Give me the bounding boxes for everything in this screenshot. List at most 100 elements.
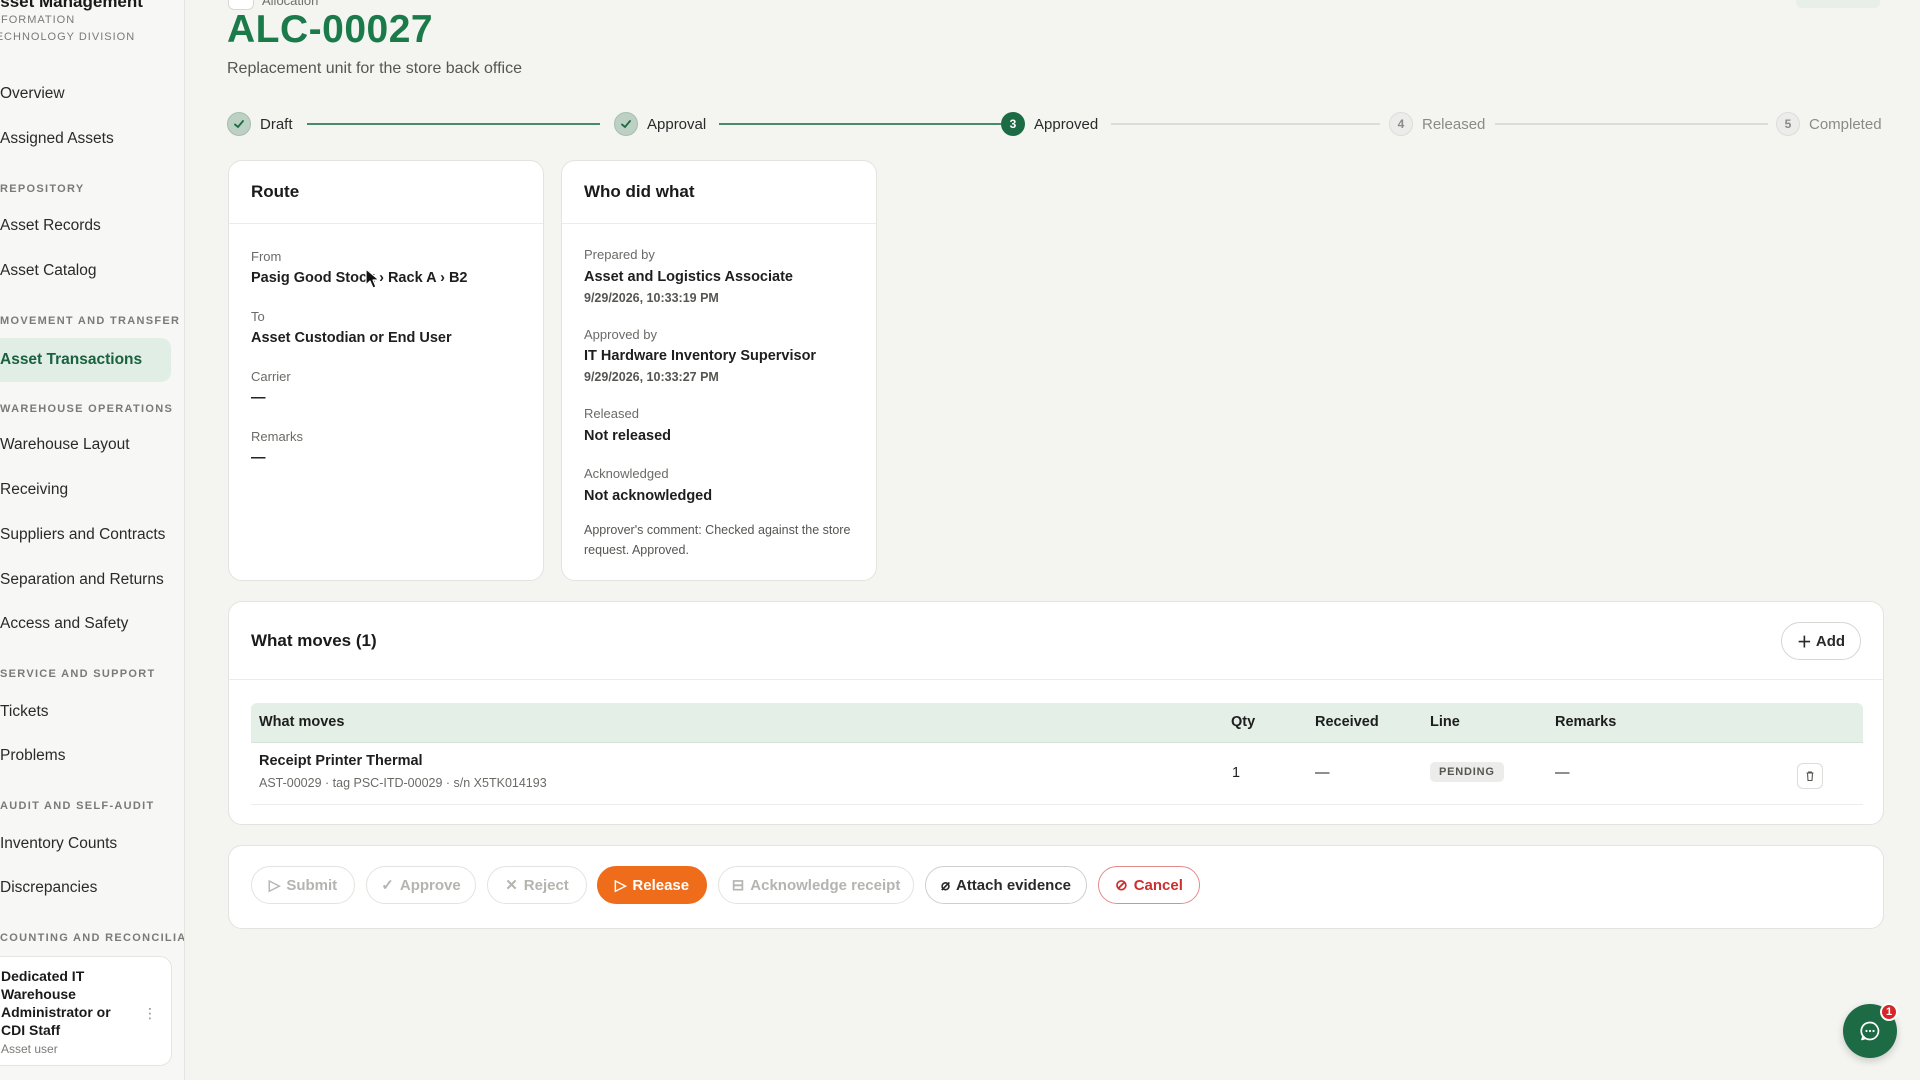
sidebar-item-label: Warehouse Layout <box>0 436 130 453</box>
status-stepper: Draft Approval 3 Approved 4 Released 5 C… <box>227 111 1882 137</box>
card-title: What moves (1) <box>229 602 1883 680</box>
release-label: Release <box>632 876 690 894</box>
brand-title: Asset Management <box>0 0 143 11</box>
step-label: Completed <box>1809 115 1882 133</box>
sidebar-item-label: Suppliers and Contracts <box>0 526 166 543</box>
sidebar-item-assigned-assets[interactable]: Assigned Assets <box>0 117 171 161</box>
remarks-value: — <box>251 450 266 466</box>
submit-button[interactable]: ▷ Submit <box>251 866 355 904</box>
sidebar-item-label: Asset Records <box>0 217 101 234</box>
step-connector <box>1111 123 1380 125</box>
carrier-label: Carrier <box>251 369 291 384</box>
approve-button[interactable]: ✓ Approve <box>366 866 476 904</box>
step-released: 4 Released <box>1389 111 1485 137</box>
item-name: Receipt Printer Thermal <box>259 753 423 769</box>
prepared-by-label: Prepared by <box>584 247 655 262</box>
sidebar-item-label: Problems <box>0 747 66 764</box>
breadcrumb[interactable]: Allocation <box>262 0 318 8</box>
table-header: What moves Qty Received Line Remarks <box>251 703 1863 743</box>
brand-subtitle: Information Technology Division <box>0 14 136 43</box>
sidebar-item-asset-records[interactable]: Asset Records <box>0 204 171 248</box>
card-title: Route <box>229 161 543 224</box>
sidebar-item-inventory-counts[interactable]: Inventory Counts <box>0 822 171 866</box>
sidebar-item-label: Overview <box>0 85 65 102</box>
sidebar-item-label: Access and Safety <box>0 615 129 632</box>
lock-icon: ⊟ <box>731 877 745 894</box>
step-connector <box>307 123 600 125</box>
check-icon <box>227 112 251 136</box>
sidebar-item-asset-transactions[interactable]: Asset Transactions <box>0 338 171 382</box>
step-label: Released <box>1422 115 1486 133</box>
check-icon: ✓ <box>381 877 394 894</box>
mouse-cursor-icon <box>365 268 380 289</box>
prepared-time: 9/29/2026, 10:33:19 PM <box>584 291 719 305</box>
trash-icon <box>1806 771 1814 782</box>
plus-icon: ＋ <box>1796 633 1812 651</box>
released-value: Not released <box>584 428 672 444</box>
sidebar-item-warehouse-layout[interactable]: Warehouse Layout <box>0 423 171 467</box>
attach-evidence-button[interactable]: ⌀ Attach evidence <box>925 866 1087 904</box>
step-approved: 3 Approved <box>1001 111 1098 137</box>
who-did-what-card: Who did what Prepared by Asset and Logis… <box>561 160 877 581</box>
delete-row-button[interactable] <box>1797 763 1823 789</box>
step-label: Draft <box>260 115 293 133</box>
acknowledged-value: Not acknowledged <box>584 488 713 504</box>
release-button[interactable]: ▷ Release <box>597 866 707 904</box>
sidebar-item-suppliers[interactable]: Suppliers and Contracts <box>0 513 171 557</box>
card-title: Who did what <box>562 161 876 224</box>
main-content: Allocation ALC-00027 Replacement unit fo… <box>186 0 1920 1080</box>
from-label: From <box>251 249 282 264</box>
sidebar-item-problems[interactable]: Problems <box>0 734 171 778</box>
sidebar-item-overview[interactable]: Overview <box>0 72 171 116</box>
sidebar-item-separation[interactable]: Separation and Returns <box>0 558 171 602</box>
paperclip-icon: ⌀ <box>940 877 950 894</box>
header-action-button[interactable] <box>1796 0 1880 8</box>
notification-badge: 1 <box>1880 1003 1898 1021</box>
sidebar-item-label: Inventory Counts <box>0 835 118 852</box>
acknowledge-receipt-button[interactable]: ⊟ Acknowledge receipt <box>718 866 914 904</box>
from-value: Pasig Good Stock › Rack A › B2 <box>251 270 468 286</box>
acknowledge-label: Acknowledge receipt <box>750 876 901 894</box>
approver-comment: Approver's comment: Checked against the … <box>584 523 851 557</box>
user-name: Dedicated IT Warehouse Administrator or … <box>1 968 111 1038</box>
sidebar-item-tickets[interactable]: Tickets <box>0 690 171 734</box>
step-connector <box>719 123 1001 125</box>
table-row[interactable]: Receipt Printer Thermal AST-00029 · tag … <box>251 743 1863 805</box>
column-what-moves: What moves <box>259 714 345 730</box>
user-role: Asset user <box>1 1042 58 1056</box>
sidebar-item-access-safety[interactable]: Access and Safety <box>0 602 171 646</box>
send-icon: ▷ <box>614 877 627 894</box>
sidebar-item-label: Tickets <box>0 703 49 720</box>
released-label: Released <box>584 406 639 421</box>
sidebar-section-movement: Movement and Transfer <box>0 315 181 327</box>
cancel-button[interactable]: ⊘ Cancel <box>1098 866 1200 904</box>
sidebar-section-service: Service and Support <box>0 668 156 680</box>
add-button[interactable]: ＋ Add <box>1781 622 1861 660</box>
route-card: Route From Pasig Good Stock › Rack A › B… <box>228 160 544 581</box>
column-line: Line <box>1430 714 1460 730</box>
step-connector <box>1495 123 1768 125</box>
what-moves-card: What moves (1) ＋ Add What moves Qty Rece… <box>228 601 1884 825</box>
check-icon <box>614 112 638 136</box>
sidebar-item-discrepancies[interactable]: Discrepancies <box>0 866 171 910</box>
page-title: ALC-00027 <box>227 8 434 51</box>
step-label: Approval <box>647 115 707 133</box>
chat-icon <box>1860 1021 1880 1041</box>
sidebar-section-audit: Audit and Self-Audit <box>0 800 155 812</box>
step-label: Approved <box>1034 115 1099 133</box>
reject-button[interactable]: ✕ Reject <box>487 866 587 904</box>
sidebar-item-label: Separation and Returns <box>0 571 164 588</box>
step-completed: 5 Completed <box>1776 111 1882 137</box>
user-card[interactable]: Dedicated IT Warehouse Administrator or … <box>0 956 172 1066</box>
step-number: 3 <box>1001 112 1025 136</box>
to-value: Asset Custodian or End User <box>251 330 452 346</box>
sidebar-item-asset-catalog[interactable]: Asset Catalog <box>0 249 171 293</box>
sidebar-item-receiving[interactable]: Receiving <box>0 468 171 512</box>
action-bar: ▷ Submit ✓ Approve ✕ Reject ▷ Release ⊟ Ackno… <box>228 845 1884 929</box>
attach-label: Attach evidence <box>955 876 1072 894</box>
approved-by-label: Approved by <box>584 327 657 342</box>
item-detail: AST-00029 · tag PSC-ITD-00029 · s/n X5TK… <box>259 776 547 790</box>
more-vertical-icon[interactable]: ⋮ <box>143 1005 157 1022</box>
sidebar-section-counting: Counting and Reconciliation <box>0 932 185 944</box>
carrier-value: — <box>251 390 266 406</box>
